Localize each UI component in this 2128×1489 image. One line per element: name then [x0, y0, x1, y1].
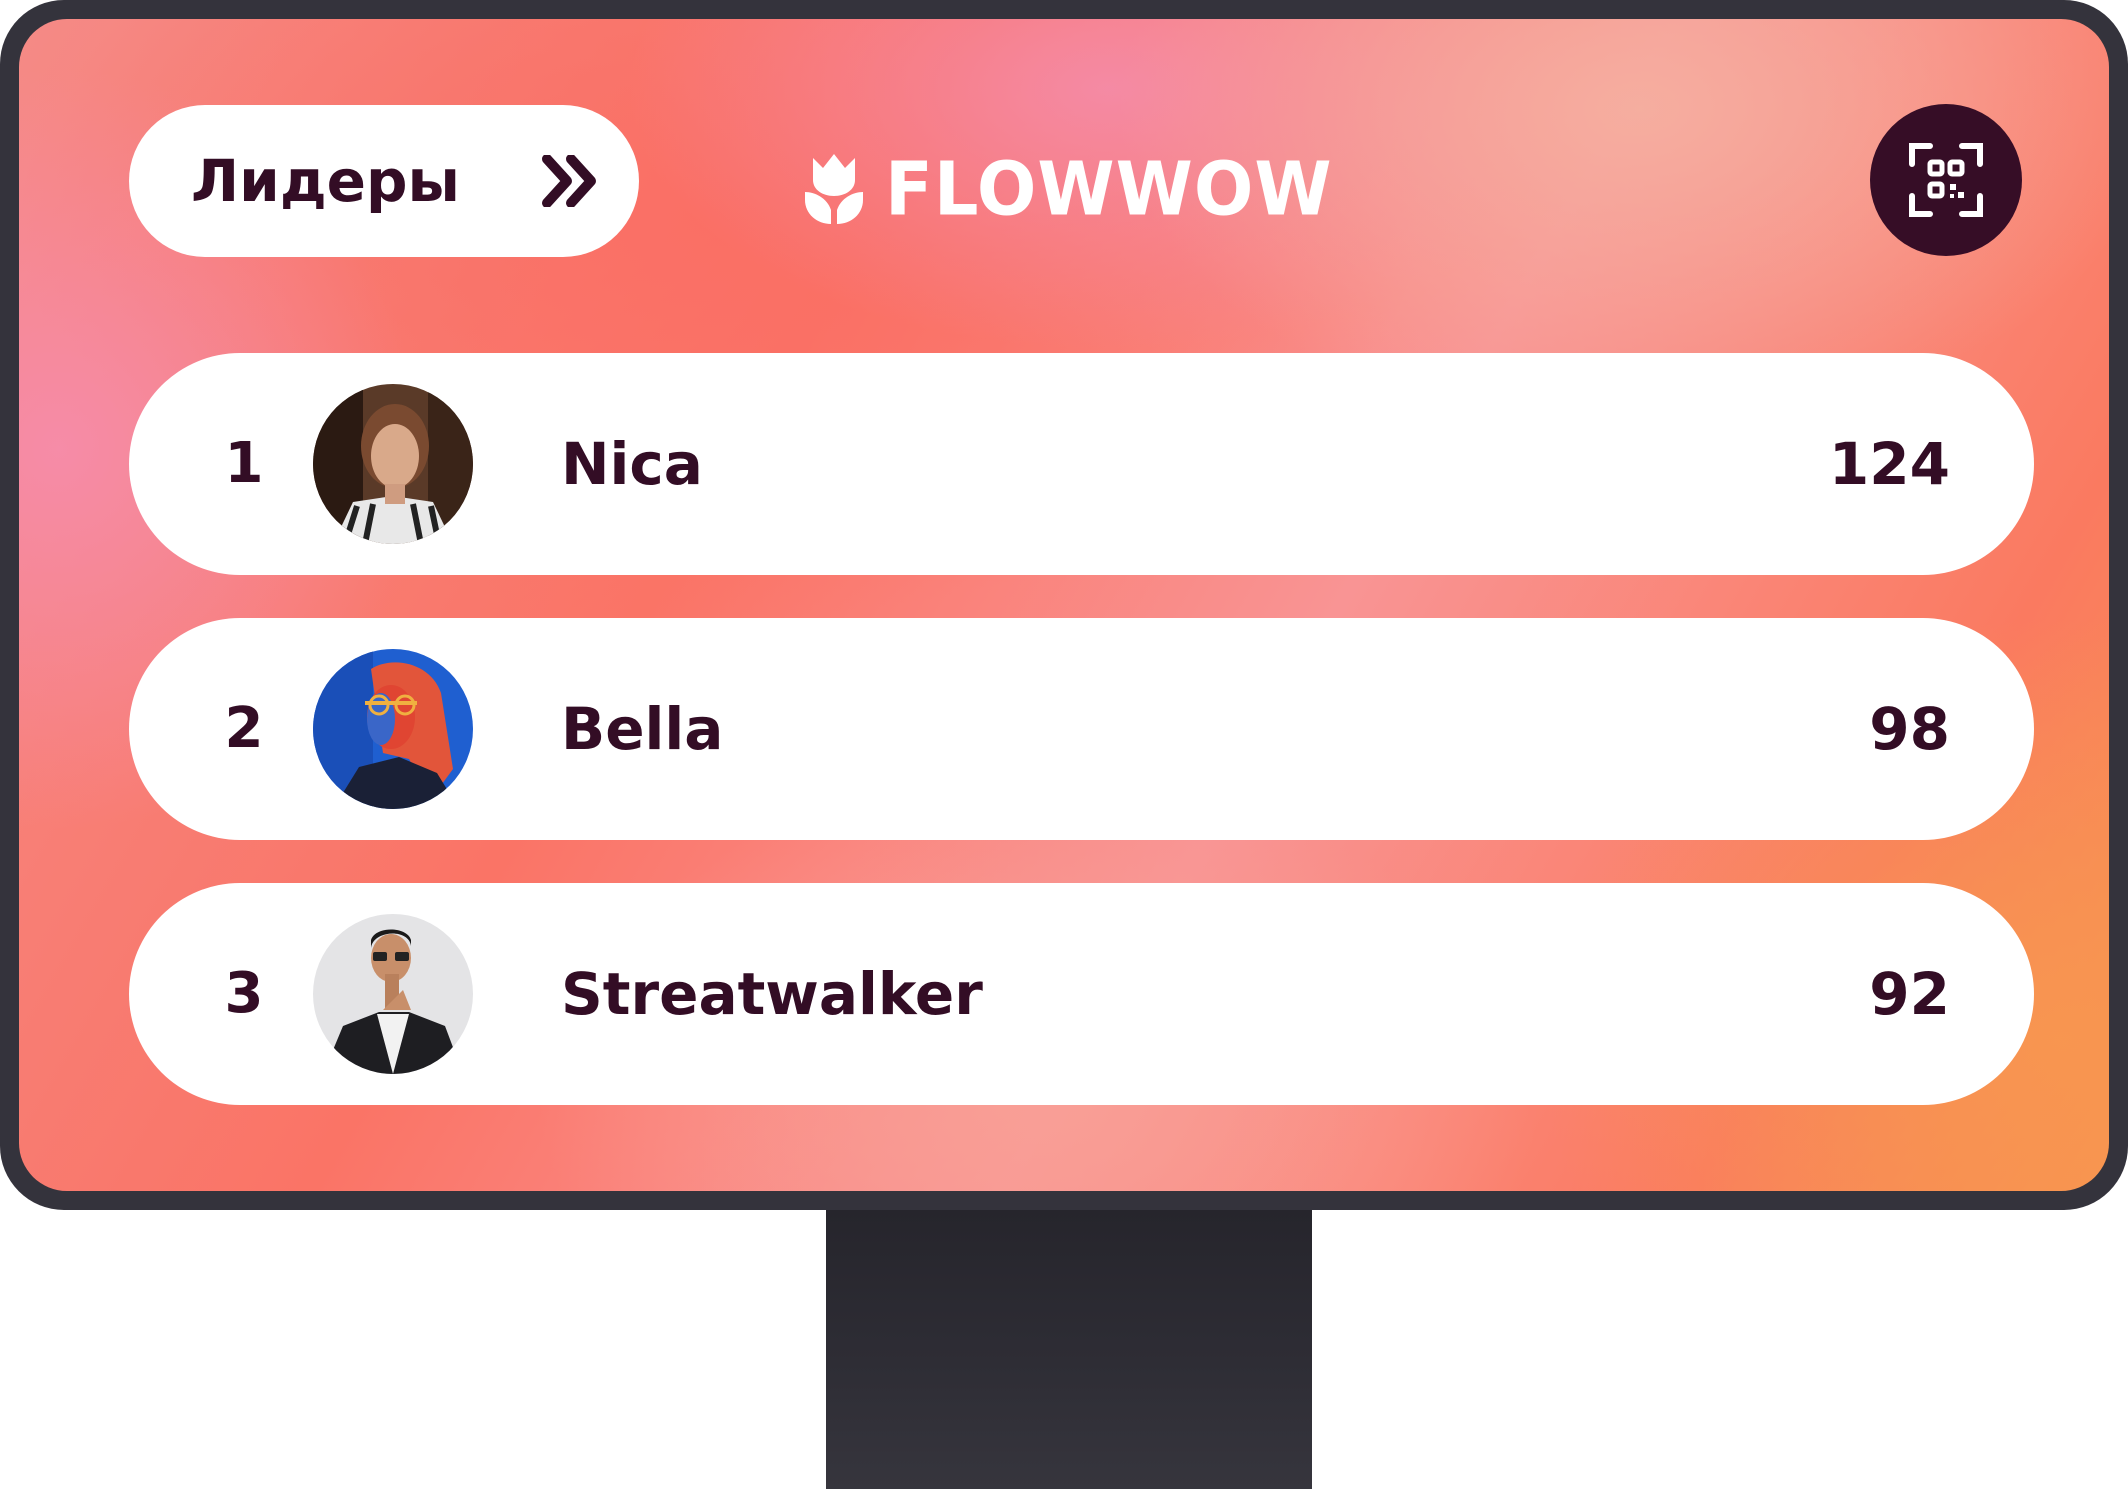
player-name: Nica — [561, 430, 703, 498]
player-score: 98 — [1869, 695, 1950, 763]
avatar — [313, 914, 473, 1074]
qr-scan-icon — [1909, 143, 1983, 217]
tulip-icon — [805, 154, 863, 224]
leaderboard-row[interactable]: 3 Streatwalker 92 — [129, 883, 2034, 1105]
avatar — [313, 649, 473, 809]
double-chevron-right-icon — [542, 155, 596, 207]
monitor-bezel: Лидеры FLOWWOW 1 Nica 124 2 Bella 98 3 S… — [0, 0, 2128, 1210]
avatar — [313, 384, 473, 544]
leaders-label: Лидеры — [191, 147, 460, 215]
row-rank: 3 — [224, 961, 264, 1026]
flowwow-logo: FLOWWOW — [801, 141, 1333, 237]
player-score: 92 — [1869, 960, 1950, 1028]
player-name: Streatwalker — [561, 960, 983, 1028]
leaders-button[interactable]: Лидеры — [129, 105, 639, 257]
player-name: Bella — [561, 695, 724, 763]
row-rank: 1 — [224, 431, 264, 496]
leaderboard-row[interactable]: 1 Nica 124 — [129, 353, 2034, 575]
qr-scan-button[interactable] — [1870, 104, 2022, 256]
row-rank: 2 — [224, 696, 264, 761]
player-score: 124 — [1828, 430, 1950, 498]
screen: Лидеры FLOWWOW 1 Nica 124 2 Bella 98 3 S… — [19, 19, 2109, 1191]
logo-text: FLOWWOW — [885, 145, 1333, 233]
monitor-stand — [826, 1210, 1312, 1489]
leaderboard-row[interactable]: 2 Bella 98 — [129, 618, 2034, 840]
